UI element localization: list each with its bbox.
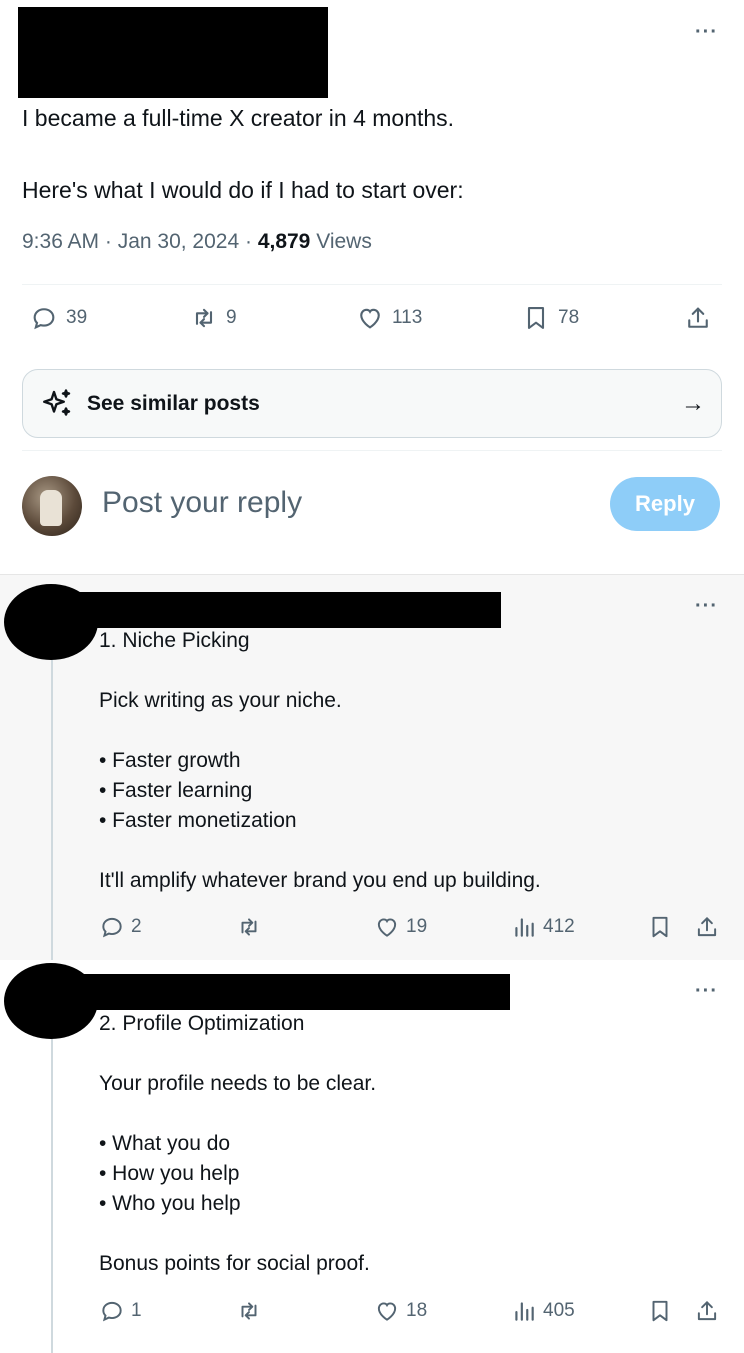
like-action[interactable]: 18 <box>374 1298 427 1324</box>
bookmark-count: 78 <box>558 307 580 328</box>
like-count: 19 <box>406 916 428 937</box>
thread-line <box>51 1024 53 1353</box>
repost-icon <box>241 918 257 936</box>
reply-icon <box>102 1301 122 1322</box>
like-count: 18 <box>406 1300 428 1321</box>
reply-bullet: • Faster monetization <box>99 809 297 832</box>
views-count: 4,879 <box>257 230 311 253</box>
views-action[interactable]: 405 <box>511 1298 575 1324</box>
like-action[interactable]: 19 <box>374 914 427 940</box>
heart-icon <box>377 1302 397 1321</box>
repost-action[interactable] <box>236 1298 262 1324</box>
reply-count: 39 <box>66 307 88 328</box>
arrow-right-icon: → <box>681 389 705 417</box>
reply-title: 1. Niche Picking <box>99 629 250 652</box>
bookmark-icon <box>527 307 545 329</box>
reply-bullet: • Who you help <box>99 1192 241 1215</box>
reply-count: 1 <box>131 1300 142 1321</box>
thread-line <box>51 640 53 960</box>
analytics-icon <box>515 1302 534 1321</box>
bookmark-action[interactable] <box>647 1298 673 1324</box>
avatar[interactable] <box>22 476 82 536</box>
bookmark-icon <box>652 1300 668 1322</box>
post-metadata: 9:36 AM · Jan 30, 2024 · 4,879 Views <box>22 230 372 254</box>
post-timestamp[interactable]: 9:36 AM · Jan 30, 2024 · <box>22 230 258 253</box>
share-action[interactable] <box>694 914 720 940</box>
sparkle-icon <box>43 388 71 416</box>
more-options-icon[interactable]: ··· <box>695 596 718 616</box>
reply-action[interactable]: 39 <box>30 304 87 332</box>
reply-body: Bonus points for social proof. <box>99 1252 370 1275</box>
reply-bullet: • Faster learning <box>99 779 253 802</box>
share-icon <box>697 1301 717 1321</box>
reply-bullet: • Faster growth <box>99 749 241 772</box>
redacted-username <box>60 592 501 628</box>
reply-action[interactable]: 2 <box>99 914 142 940</box>
analytics-icon <box>515 918 534 937</box>
like-action[interactable]: 113 <box>356 304 422 332</box>
more-options-icon[interactable]: ··· <box>695 981 718 1001</box>
reply-button[interactable]: Reply <box>610 477 720 531</box>
views-count: 412 <box>543 916 575 937</box>
repost-icon <box>241 1302 257 1320</box>
redacted-author-header <box>18 7 328 98</box>
redacted-username <box>60 974 510 1010</box>
share-action[interactable] <box>694 1298 720 1324</box>
heart-icon <box>360 308 380 329</box>
reply-bullet: • How you help <box>99 1162 240 1185</box>
post-text-line-1: I became a full-time X creator in 4 mont… <box>22 105 455 131</box>
views-count: 405 <box>543 1300 575 1321</box>
reply-icon <box>102 917 122 938</box>
like-count: 113 <box>392 307 423 328</box>
repost-count: 9 <box>226 307 237 328</box>
reply-body: Your profile needs to be clear. <box>99 1072 377 1095</box>
repost-action[interactable] <box>236 914 262 940</box>
reply-icon <box>33 308 55 330</box>
more-options-icon[interactable]: ··· <box>695 22 718 42</box>
views-action[interactable]: 412 <box>511 914 575 940</box>
post-text-line-2: Here's what I would do if I had to start… <box>22 177 464 203</box>
divider <box>22 284 722 285</box>
reply-input[interactable]: Post your reply <box>102 486 302 520</box>
bookmark-action[interactable] <box>647 914 673 940</box>
share-action[interactable] <box>684 304 712 332</box>
divider <box>22 450 722 451</box>
reply-body: It'll amplify whatever brand you end up … <box>99 869 541 892</box>
repost-action[interactable]: 9 <box>190 304 237 332</box>
reply-bullet: • What you do <box>99 1132 231 1155</box>
bookmark-action[interactable]: 78 <box>522 304 579 332</box>
reply-count: 2 <box>131 916 142 937</box>
heart-icon <box>377 918 397 937</box>
share-icon <box>688 307 708 328</box>
reply-title: 2. Profile Optimization <box>99 1012 305 1035</box>
share-icon <box>697 917 717 937</box>
views-label: Views <box>310 230 372 253</box>
reply-action[interactable]: 1 <box>99 1298 142 1324</box>
see-similar-posts-button[interactable]: See similar posts → <box>22 369 722 438</box>
see-similar-posts-label: See similar posts <box>87 391 260 415</box>
repost-icon <box>195 308 213 328</box>
bookmark-icon <box>652 916 668 938</box>
reply-body: Pick writing as your niche. <box>99 689 342 712</box>
post-action-bar: 39 9 113 78 <box>22 304 722 340</box>
